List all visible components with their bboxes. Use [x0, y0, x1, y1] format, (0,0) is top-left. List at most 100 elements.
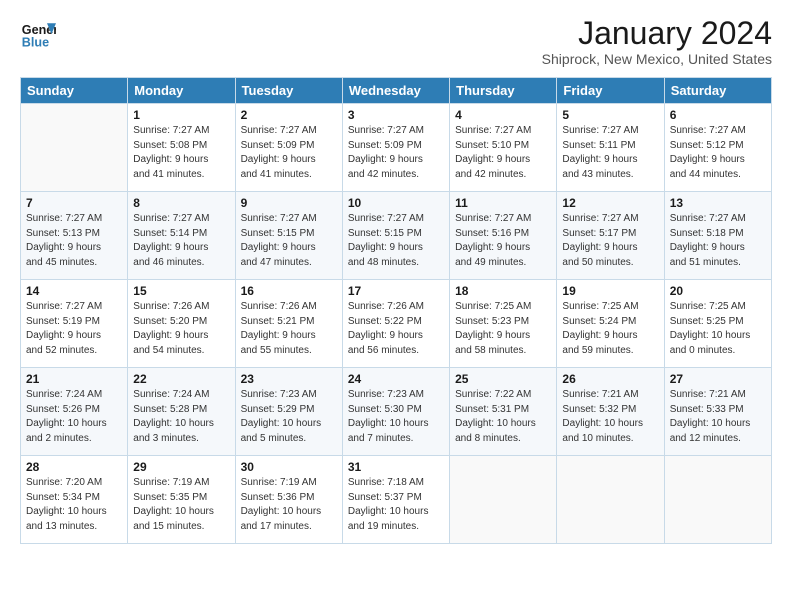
cell-info: Sunrise: 7:27 AMSunset: 5:13 PMDaylight:… — [26, 212, 122, 270]
day-number: 20 — [670, 284, 766, 298]
title-block: January 2024 Shiprock, New Mexico, Unite… — [542, 16, 772, 67]
day-number: 21 — [26, 372, 122, 386]
day-number: 2 — [241, 108, 337, 122]
day-number: 11 — [455, 196, 551, 210]
calendar-cell: 5 Sunrise: 7:27 AMSunset: 5:11 PMDaylight… — [557, 104, 664, 192]
cell-info: Sunrise: 7:27 AMSunset: 5:09 PMDaylight:… — [241, 124, 337, 182]
page: General Blue January 2024 Shiprock, New … — [0, 0, 792, 612]
cell-info: Sunrise: 7:21 AMSunset: 5:33 PMDaylight:… — [670, 388, 766, 446]
header: General Blue January 2024 Shiprock, New … — [20, 16, 772, 67]
cell-info: Sunrise: 7:25 AMSunset: 5:25 PMDaylight:… — [670, 300, 766, 358]
calendar-cell: 29 Sunrise: 7:19 AMSunset: 5:35 PMDayligh… — [128, 456, 235, 544]
day-number: 22 — [133, 372, 229, 386]
calendar-table: SundayMondayTuesdayWednesdayThursdayFrid… — [20, 77, 772, 544]
day-number: 4 — [455, 108, 551, 122]
week-row-1: 1 Sunrise: 7:27 AMSunset: 5:08 PMDaylight… — [21, 104, 772, 192]
calendar-cell — [21, 104, 128, 192]
cell-info: Sunrise: 7:22 AMSunset: 5:31 PMDaylight:… — [455, 388, 551, 446]
cell-info: Sunrise: 7:27 AMSunset: 5:11 PMDaylight:… — [562, 124, 658, 182]
day-number: 16 — [241, 284, 337, 298]
week-row-2: 7Sunrise: 7:27 AMSunset: 5:13 PMDaylight… — [21, 192, 772, 280]
day-number: 13 — [670, 196, 766, 210]
col-header-tuesday: Tuesday — [235, 78, 342, 104]
day-number: 27 — [670, 372, 766, 386]
col-header-wednesday: Wednesday — [342, 78, 449, 104]
calendar-cell: 18Sunrise: 7:25 AMSunset: 5:23 PMDayligh… — [450, 280, 557, 368]
cell-info: Sunrise: 7:27 AMSunset: 5:16 PMDaylight:… — [455, 212, 551, 270]
day-number: 5 — [562, 108, 658, 122]
calendar-cell: 7Sunrise: 7:27 AMSunset: 5:13 PMDaylight… — [21, 192, 128, 280]
main-title: January 2024 — [542, 16, 772, 51]
calendar-cell: 12 Sunrise: 7:27 AMSunset: 5:17 PMDayligh… — [557, 192, 664, 280]
day-number: 1 — [133, 108, 229, 122]
cell-info: Sunrise: 7:21 AMSunset: 5:32 PMDaylight:… — [562, 388, 658, 446]
cell-info: Sunrise: 7:27 AMSunset: 5:19 PMDaylight:… — [26, 300, 122, 358]
col-header-thursday: Thursday — [450, 78, 557, 104]
calendar-cell: 13 Sunrise: 7:27 AMSunset: 5:18 PMDayligh… — [664, 192, 771, 280]
calendar-cell: 9 Sunrise: 7:27 AMSunset: 5:15 PMDaylight… — [235, 192, 342, 280]
calendar-cell — [557, 456, 664, 544]
cell-info: Sunrise: 7:27 AMSunset: 5:15 PMDaylight:… — [348, 212, 444, 270]
cell-info: Sunrise: 7:23 AMSunset: 5:29 PMDaylight:… — [241, 388, 337, 446]
day-number: 28 — [26, 460, 122, 474]
day-number: 17 — [348, 284, 444, 298]
day-number: 12 — [562, 196, 658, 210]
calendar-cell: 16 Sunrise: 7:26 AMSunset: 5:21 PMDayligh… — [235, 280, 342, 368]
cell-info: Sunrise: 7:26 AMSunset: 5:22 PMDaylight:… — [348, 300, 444, 358]
calendar-cell: 22 Sunrise: 7:24 AMSunset: 5:28 PMDayligh… — [128, 368, 235, 456]
calendar-cell: 14 Sunrise: 7:27 AMSunset: 5:19 PMDayligh… — [21, 280, 128, 368]
calendar-cell: 21 Sunrise: 7:24 AMSunset: 5:26 PMDayligh… — [21, 368, 128, 456]
cell-info: Sunrise: 7:27 AMSunset: 5:09 PMDaylight:… — [348, 124, 444, 182]
cell-info: Sunrise: 7:23 AMSunset: 5:30 PMDaylight:… — [348, 388, 444, 446]
col-header-saturday: Saturday — [664, 78, 771, 104]
logo-icon: General Blue — [20, 16, 56, 52]
calendar-cell: 10 Sunrise: 7:27 AMSunset: 5:15 PMDayligh… — [342, 192, 449, 280]
day-number: 23 — [241, 372, 337, 386]
day-number: 24 — [348, 372, 444, 386]
calendar-cell: 28Sunrise: 7:20 AMSunset: 5:34 PMDayligh… — [21, 456, 128, 544]
cell-info: Sunrise: 7:27 AMSunset: 5:14 PMDaylight:… — [133, 212, 229, 270]
calendar-cell: 2 Sunrise: 7:27 AMSunset: 5:09 PMDaylight… — [235, 104, 342, 192]
calendar-cell: 19 Sunrise: 7:25 AMSunset: 5:24 PMDayligh… — [557, 280, 664, 368]
week-row-4: 21 Sunrise: 7:24 AMSunset: 5:26 PMDayligh… — [21, 368, 772, 456]
day-number: 26 — [562, 372, 658, 386]
cell-info: Sunrise: 7:27 AMSunset: 5:10 PMDaylight:… — [455, 124, 551, 182]
day-number: 3 — [348, 108, 444, 122]
cell-info: Sunrise: 7:26 AMSunset: 5:21 PMDaylight:… — [241, 300, 337, 358]
cell-info: Sunrise: 7:25 AMSunset: 5:24 PMDaylight:… — [562, 300, 658, 358]
day-number: 29 — [133, 460, 229, 474]
cell-info: Sunrise: 7:24 AMSunset: 5:26 PMDaylight:… — [26, 388, 122, 446]
col-header-sunday: Sunday — [21, 78, 128, 104]
day-number: 9 — [241, 196, 337, 210]
calendar-cell: 1 Sunrise: 7:27 AMSunset: 5:08 PMDaylight… — [128, 104, 235, 192]
day-number: 8 — [133, 196, 229, 210]
calendar-cell: 30 Sunrise: 7:19 AMSunset: 5:36 PMDayligh… — [235, 456, 342, 544]
calendar-cell: 17 Sunrise: 7:26 AMSunset: 5:22 PMDayligh… — [342, 280, 449, 368]
day-number: 18 — [455, 284, 551, 298]
header-row: SundayMondayTuesdayWednesdayThursdayFrid… — [21, 78, 772, 104]
calendar-cell: 6Sunrise: 7:27 AMSunset: 5:12 PMDaylight… — [664, 104, 771, 192]
calendar-cell: 26 Sunrise: 7:21 AMSunset: 5:32 PMDayligh… — [557, 368, 664, 456]
cell-info: Sunrise: 7:27 AMSunset: 5:08 PMDaylight:… — [133, 124, 229, 182]
cell-info: Sunrise: 7:26 AMSunset: 5:20 PMDaylight:… — [133, 300, 229, 358]
day-number: 14 — [26, 284, 122, 298]
day-number: 15 — [133, 284, 229, 298]
subtitle: Shiprock, New Mexico, United States — [542, 51, 772, 67]
calendar-cell: 25 Sunrise: 7:22 AMSunset: 5:31 PMDayligh… — [450, 368, 557, 456]
day-number: 30 — [241, 460, 337, 474]
day-number: 31 — [348, 460, 444, 474]
calendar-cell — [450, 456, 557, 544]
day-number: 25 — [455, 372, 551, 386]
day-number: 19 — [562, 284, 658, 298]
week-row-3: 14 Sunrise: 7:27 AMSunset: 5:19 PMDayligh… — [21, 280, 772, 368]
day-number: 10 — [348, 196, 444, 210]
cell-info: Sunrise: 7:19 AMSunset: 5:36 PMDaylight:… — [241, 476, 337, 534]
cell-info: Sunrise: 7:27 AMSunset: 5:15 PMDaylight:… — [241, 212, 337, 270]
cell-info: Sunrise: 7:19 AMSunset: 5:35 PMDaylight:… — [133, 476, 229, 534]
cell-info: Sunrise: 7:24 AMSunset: 5:28 PMDaylight:… — [133, 388, 229, 446]
cell-info: Sunrise: 7:18 AMSunset: 5:37 PMDaylight:… — [348, 476, 444, 534]
calendar-cell: 23 Sunrise: 7:23 AMSunset: 5:29 PMDayligh… — [235, 368, 342, 456]
calendar-cell: 11 Sunrise: 7:27 AMSunset: 5:16 PMDayligh… — [450, 192, 557, 280]
cell-info: Sunrise: 7:27 AMSunset: 5:17 PMDaylight:… — [562, 212, 658, 270]
cell-info: Sunrise: 7:27 AMSunset: 5:18 PMDaylight:… — [670, 212, 766, 270]
